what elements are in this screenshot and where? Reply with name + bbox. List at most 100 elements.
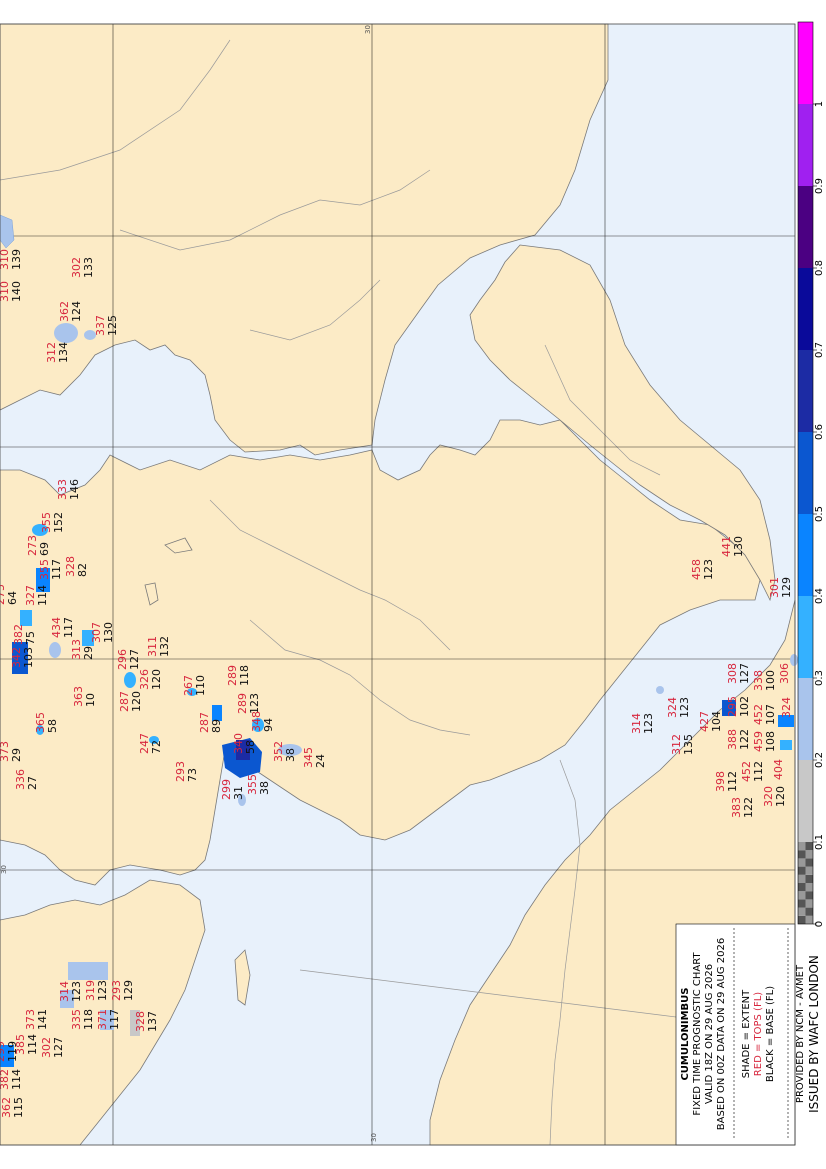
- scale-tick-label: 0.9: [814, 178, 825, 194]
- cb-base-label: 31: [232, 786, 245, 800]
- cb-base-label: 152: [52, 512, 65, 533]
- cb-base-label: 134: [57, 342, 70, 363]
- info-box: CUMULONIMBUS FIXED TIME PROGNOSTIC CHART…: [675, 923, 821, 1146]
- cb-base-label: 125: [106, 315, 119, 336]
- cb-base-label: 120: [130, 691, 143, 712]
- scale-checker: [805, 842, 813, 851]
- cb-base-label: 64: [6, 591, 19, 605]
- cb-base-label: 123: [70, 981, 83, 1002]
- scale-checker: [805, 866, 813, 875]
- cb-base-label: 123: [678, 697, 691, 718]
- scale-segment: [798, 760, 813, 842]
- cb-base-label: 72: [150, 740, 163, 754]
- cb-base-label: 129: [122, 980, 135, 1001]
- cb-area: [68, 962, 108, 980]
- scale-segment: [798, 596, 813, 678]
- cb-base-label: 27: [26, 776, 39, 790]
- cb-base-label: 123: [642, 713, 655, 734]
- grid-label: 30: [364, 25, 372, 34]
- cb-base-label: 118: [238, 665, 251, 686]
- grid-label: 30: [370, 1133, 378, 1142]
- scale-segment: [798, 268, 813, 350]
- cb-base-label: 117: [108, 1009, 121, 1030]
- cb-base-label: 117: [50, 559, 63, 580]
- cb-base-label: 114: [36, 585, 49, 606]
- cb-base-label: 132: [158, 636, 171, 657]
- cb-base-label: 122: [738, 729, 751, 750]
- scale-tick-label: 0.1: [814, 834, 825, 850]
- scale-tick-label: 0.3: [814, 670, 825, 686]
- cb-area: [790, 654, 798, 666]
- scale-checker: [798, 858, 806, 867]
- cb-base-label: 117: [62, 617, 75, 638]
- legend-base: BLACK = BASE (FL): [765, 986, 776, 1082]
- cb-base-label: 82: [76, 563, 89, 577]
- cb-base-label: 89: [210, 719, 223, 733]
- cb-base-label: 114: [10, 1069, 23, 1090]
- cb-area: [780, 740, 792, 750]
- scale-segment: [798, 186, 813, 268]
- scale-checker: [798, 874, 806, 883]
- cb-base-label: 137: [146, 1011, 159, 1032]
- issued-by: ISSUED BY WAFC LONDON: [807, 955, 821, 1113]
- info-based-on: BASED ON 00Z DATA ON 29 AUG 2026: [716, 938, 727, 1130]
- cb-base-label: 120: [774, 786, 787, 807]
- scale-checker: [805, 850, 813, 859]
- cb-base-label: 124: [70, 301, 83, 322]
- cb-base-label: 110: [194, 675, 207, 696]
- cb-base-label: 140: [10, 281, 23, 302]
- scale-checker: [798, 899, 806, 908]
- cb-base-label: 139: [10, 249, 23, 270]
- scale-tick-label: 0.8: [814, 260, 825, 276]
- scale-segment: [798, 350, 813, 432]
- cb-base-label: 123: [248, 693, 261, 714]
- cb-base-label: 127: [128, 649, 141, 670]
- scale-checker: [798, 891, 806, 900]
- cb-base-label: 135: [682, 734, 695, 755]
- info-title: CUMULONIMBUS: [680, 987, 691, 1080]
- cb-base-label: 120: [150, 669, 163, 690]
- cb-base-label: 130: [102, 622, 115, 643]
- scale-tick-label: 1: [814, 101, 825, 107]
- scale-tick-label: 0.4: [814, 588, 825, 604]
- scale-segment: [798, 104, 813, 186]
- cb-base-label: 103: [22, 647, 35, 668]
- cb-base-label: 73: [186, 768, 199, 782]
- cb-base-label: 141: [36, 1009, 49, 1030]
- cb-base-label: 115: [12, 1097, 25, 1118]
- scale-segment: [798, 22, 813, 104]
- cb-base-label: 127: [52, 1037, 65, 1058]
- legend-tops: RED = TOPS (FL): [753, 992, 764, 1076]
- cb-base-label: 100: [764, 670, 777, 691]
- cb-base-label: 29: [10, 748, 23, 762]
- cb-base-label: 104: [710, 711, 723, 732]
- scale-checker: [798, 850, 806, 859]
- cb-area: [54, 323, 78, 343]
- scale-checker: [798, 907, 806, 916]
- cb-base-label: 123: [96, 980, 109, 1001]
- cb-base-label: 146: [68, 479, 81, 500]
- scale-checker: [805, 891, 813, 900]
- scale-checker: [805, 874, 813, 883]
- cb-base-label: 94: [262, 718, 275, 732]
- info-valid-time: VALID 18Z ON 29 AUG 2026: [704, 964, 715, 1104]
- cb-base-label: 58: [244, 740, 257, 754]
- cb-base-label: 133: [82, 257, 95, 278]
- cb-base-label: 114: [26, 1034, 39, 1055]
- scale-checker: [805, 907, 813, 916]
- scale-segment: [798, 514, 813, 596]
- scale-tick-label: 0.2: [814, 752, 825, 768]
- cb-base-label: 69: [38, 542, 51, 556]
- cb-base-label: 112: [752, 761, 765, 782]
- cb-base-label: 108: [764, 731, 777, 752]
- scale-segment: [798, 432, 813, 514]
- cb-base-label: 107: [764, 704, 777, 725]
- scale-checker: [805, 883, 813, 892]
- cb-base-label: 129: [780, 577, 793, 598]
- scale-checker: [805, 915, 813, 924]
- cb-top-label: 306: [778, 663, 791, 684]
- cb-area: [656, 686, 664, 694]
- cb-base-label: 24: [314, 754, 327, 768]
- cb-base-label: 29: [82, 646, 95, 660]
- cb-area: [212, 705, 222, 721]
